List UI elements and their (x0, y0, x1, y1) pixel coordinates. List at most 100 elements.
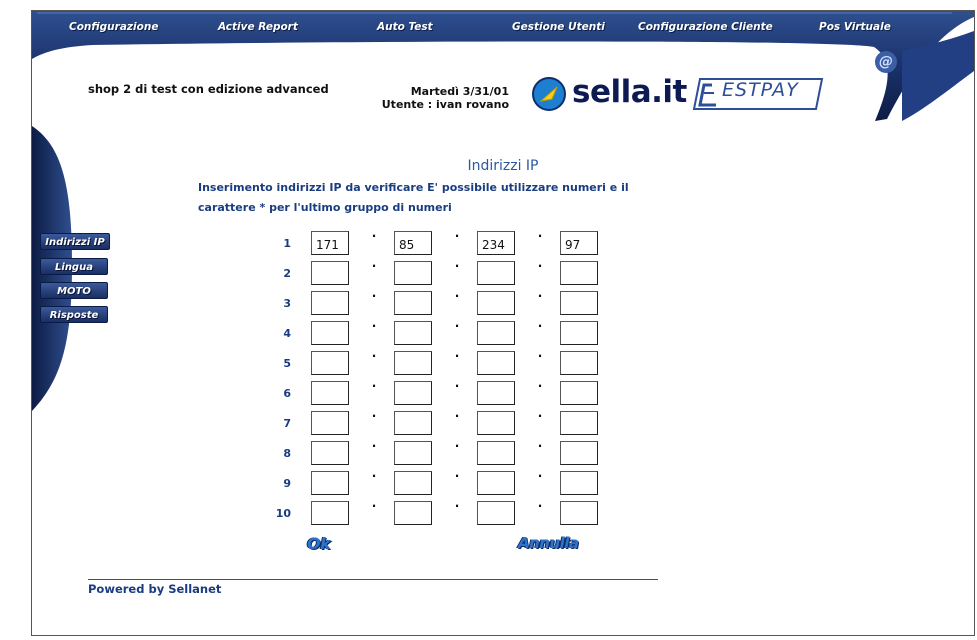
ip-octet-field[interactable] (394, 351, 432, 375)
ip-octet-field[interactable] (394, 381, 432, 405)
ip-octet-field[interactable] (560, 231, 598, 255)
row-number: 8 (283, 447, 291, 460)
octet-separator: · (537, 259, 543, 273)
ip-octet-field[interactable] (477, 321, 515, 345)
cancel-button[interactable]: Annulla (518, 534, 579, 552)
powered-by-text: Powered by Sellanet (88, 582, 222, 596)
row-number: 3 (283, 297, 291, 310)
ip-octet-field[interactable] (477, 231, 515, 255)
ip-octet-field[interactable] (477, 471, 515, 495)
ip-octet-field[interactable] (560, 291, 598, 315)
octet-separator: · (537, 379, 543, 393)
octet-separator: · (371, 499, 377, 513)
ip-octet-field[interactable] (394, 291, 432, 315)
ip-octet-field[interactable] (311, 381, 349, 405)
octet-separator: · (371, 319, 377, 333)
octet-separator: · (454, 289, 460, 303)
ip-octet-field[interactable] (394, 411, 432, 435)
sidebar-item-lingua[interactable]: Lingua (40, 258, 108, 275)
ip-octet-field[interactable] (477, 411, 515, 435)
ip-octet-field[interactable] (311, 411, 349, 435)
ip-octet-field[interactable] (311, 261, 349, 285)
nav-auto-test[interactable]: Auto Test (377, 21, 433, 33)
ok-button[interactable]: Ok (307, 534, 331, 553)
sidebar-item-indirizzi-ip[interactable]: Indirizzi IP (40, 233, 110, 250)
ip-octet-field[interactable] (394, 441, 432, 465)
ip-octet-field[interactable] (560, 411, 598, 435)
ip-octet-field[interactable] (311, 321, 349, 345)
ip-octet-field[interactable] (394, 501, 432, 525)
octet-separator: · (537, 319, 543, 333)
sidebar-item-moto[interactable]: MOTO (40, 282, 108, 299)
octet-separator: · (371, 229, 377, 243)
ip-octet-field[interactable] (311, 471, 349, 495)
octet-separator: · (454, 349, 460, 363)
octet-separator: · (454, 229, 460, 243)
current-user: Utente : ivan rovano (381, 98, 509, 111)
octet-separator: · (537, 349, 543, 363)
ip-octet-field[interactable] (394, 261, 432, 285)
octet-separator: · (371, 439, 377, 453)
octet-separator: · (537, 469, 543, 483)
ip-octet-field[interactable] (560, 501, 598, 525)
ip-octet-field[interactable] (311, 231, 349, 255)
ip-octet-field[interactable] (477, 351, 515, 375)
date-user-box: Martedì 3/31/01 Utente : ivan rovano (369, 85, 509, 111)
ip-octet-field[interactable] (394, 321, 432, 345)
row-number: 5 (283, 357, 291, 370)
ip-octet-field[interactable] (311, 351, 349, 375)
octet-separator: · (537, 499, 543, 513)
octet-separator: · (454, 319, 460, 333)
octet-separator: · (454, 379, 460, 393)
ip-octet-field[interactable] (560, 441, 598, 465)
sella-logo-icon (532, 77, 566, 111)
row-number: 9 (283, 477, 291, 490)
nav-gestione-utenti[interactable]: Gestione Utenti (512, 21, 605, 33)
octet-separator: · (454, 469, 460, 483)
nav-configurazione-cliente[interactable]: Configurazione Cliente (638, 21, 773, 33)
ip-octet-field[interactable] (560, 321, 598, 345)
ip-octet-field[interactable] (311, 441, 349, 465)
ip-octet-field[interactable] (311, 501, 349, 525)
nav-pos-virtuale[interactable]: Pos Virtuale (819, 21, 891, 33)
octet-separator: · (537, 289, 543, 303)
ip-octet-field[interactable] (560, 351, 598, 375)
footer-divider (88, 579, 658, 580)
sidebar-item-risposte[interactable]: Risposte (40, 306, 108, 323)
ip-octet-field[interactable] (394, 471, 432, 495)
ip-octet-field[interactable] (560, 261, 598, 285)
octet-separator: · (371, 379, 377, 393)
ip-octet-field[interactable] (477, 261, 515, 285)
octet-separator: · (371, 259, 377, 273)
current-date: Martedì 3/31/01 (410, 85, 509, 98)
page-title: Indirizzi IP (467, 158, 539, 174)
page-frame: Configurazione Active Report Auto Test G… (31, 10, 975, 636)
ip-octet-field[interactable] (560, 381, 598, 405)
row-number: 7 (283, 417, 291, 430)
octet-separator: · (371, 409, 377, 423)
ip-octet-field[interactable] (560, 471, 598, 495)
ip-octet-field[interactable] (477, 441, 515, 465)
nav-active-report[interactable]: Active Report (218, 21, 298, 33)
octet-separator: · (537, 439, 543, 453)
octet-separator: · (454, 409, 460, 423)
row-number: 10 (275, 507, 291, 520)
at-icon: @ (875, 51, 897, 73)
octet-separator: · (371, 289, 377, 303)
shop-name: shop 2 di test con edizione advanced (88, 82, 329, 96)
octet-separator: · (454, 259, 460, 273)
nav-configurazione[interactable]: Configurazione (69, 21, 158, 33)
gestpay-logo: ESTPAY (722, 79, 799, 101)
row-number: 2 (283, 267, 291, 280)
ip-octet-field[interactable] (477, 381, 515, 405)
ip-octet-field[interactable] (477, 501, 515, 525)
octet-separator: · (371, 349, 377, 363)
sella-logo: sella.it (572, 74, 687, 110)
row-number: 1 (283, 237, 291, 250)
ip-octet-field[interactable] (394, 231, 432, 255)
row-number: 6 (283, 387, 291, 400)
ip-octet-field[interactable] (477, 291, 515, 315)
octet-separator: · (537, 409, 543, 423)
instructions-text: Inserimento indirizzi IP da verificare E… (198, 181, 629, 214)
ip-octet-field[interactable] (311, 291, 349, 315)
